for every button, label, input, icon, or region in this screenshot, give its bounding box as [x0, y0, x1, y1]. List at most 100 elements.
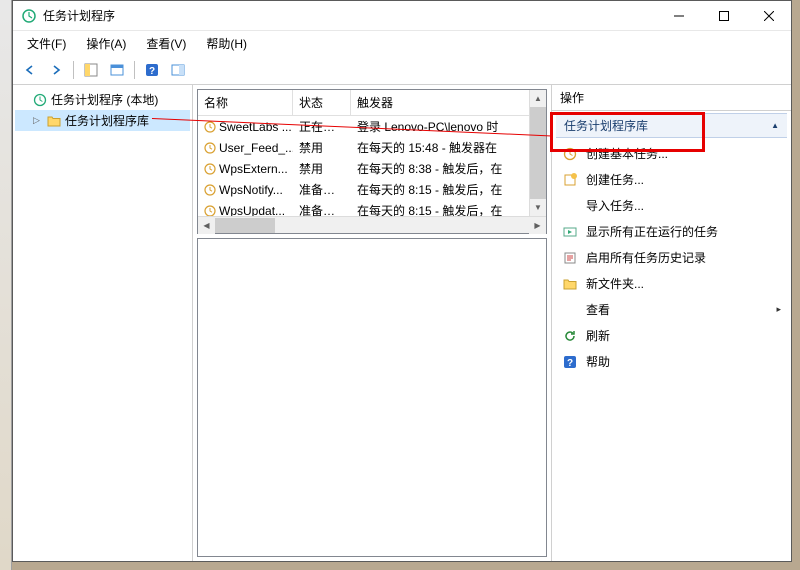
- window-controls: [656, 1, 791, 30]
- svg-text:?: ?: [567, 358, 573, 369]
- action-label: 导入任务...: [586, 197, 644, 214]
- tree-root-label: 任务计划程序 (本地): [51, 91, 158, 108]
- task-name: SweetLabs ...: [219, 120, 292, 134]
- help-icon: ?: [562, 354, 578, 370]
- action-pane: 操作 任务计划程序库 ▲ 创建基本任务... 创建任务... 导入任务...: [551, 85, 791, 561]
- column-state[interactable]: 状态: [293, 90, 351, 115]
- refresh-icon: [562, 328, 578, 344]
- svg-text:?: ?: [149, 66, 155, 77]
- tree-pane[interactable]: 任务计划程序 (本地) ▷ 任务计划程序库: [13, 85, 193, 561]
- menu-action[interactable]: 操作(A): [78, 33, 134, 54]
- window-title: 任务计划程序: [43, 7, 656, 24]
- clock-icon: [204, 205, 216, 217]
- action-list: 创建基本任务... 创建任务... 导入任务... 显示所有正在运行的任务 启用…: [552, 140, 791, 375]
- help-button[interactable]: ?: [141, 59, 163, 81]
- action-label: 新文件夹...: [586, 275, 644, 292]
- list-header: 名称 状态 触发器: [198, 90, 546, 116]
- action-refresh[interactable]: 刷新: [556, 323, 787, 348]
- center-pane: 名称 状态 触发器 SweetLabs ...正在运行登录 Lenovo-PC\…: [193, 85, 551, 561]
- action-show-running[interactable]: 显示所有正在运行的任务: [556, 219, 787, 244]
- folder-icon: [562, 276, 578, 292]
- clock-icon: [204, 121, 216, 133]
- view-icon: [562, 302, 578, 318]
- tree-library[interactable]: ▷ 任务计划程序库: [15, 110, 190, 131]
- expander-icon[interactable]: ▷: [33, 115, 43, 126]
- task-row[interactable]: SweetLabs ...正在运行登录 Lenovo-PC\lenovo 时: [198, 116, 546, 137]
- wand-icon: [562, 146, 578, 162]
- task-row[interactable]: WpsUpdat... 准备就绪在每天的 8:15 - 触发后，在: [198, 200, 546, 216]
- action-label: 创建基本任务...: [586, 145, 668, 162]
- scroll-left-icon[interactable]: ◀: [198, 217, 215, 234]
- action-help[interactable]: ? 帮助: [556, 349, 787, 374]
- properties-button[interactable]: [106, 59, 128, 81]
- menubar: 文件(F) 操作(A) 查看(V) 帮助(H): [13, 31, 791, 56]
- clock-icon: [204, 142, 216, 154]
- action-label: 启用所有任务历史记录: [586, 249, 706, 266]
- action-import-task[interactable]: 导入任务...: [556, 193, 787, 218]
- action-label: 查看: [586, 301, 610, 318]
- tree-library-label: 任务计划程序库: [65, 112, 149, 129]
- task-state: 禁用: [293, 159, 351, 178]
- task-trigger: 在每天的 8:15 - 触发后，在: [351, 201, 546, 216]
- scroll-up-icon[interactable]: ▲: [530, 90, 546, 107]
- list-rows[interactable]: SweetLabs ...正在运行登录 Lenovo-PC\lenovo 时Us…: [198, 116, 546, 216]
- column-trigger[interactable]: 触发器: [351, 90, 546, 115]
- back-button[interactable]: [19, 59, 41, 81]
- task-trigger: 在每天的 8:15 - 触发后，在: [351, 180, 546, 199]
- body-area: 任务计划程序 (本地) ▷ 任务计划程序库 名称 状态 触发器 SweetLab…: [13, 85, 791, 561]
- action-label: 显示所有正在运行的任务: [586, 223, 718, 240]
- menu-help[interactable]: 帮助(H): [198, 33, 255, 54]
- toolbar-separator: [73, 61, 74, 79]
- tree-root[interactable]: 任务计划程序 (本地): [15, 89, 190, 110]
- action-enable-history[interactable]: 启用所有任务历史记录: [556, 245, 787, 270]
- minimize-button[interactable]: [656, 1, 701, 30]
- forward-button[interactable]: [45, 59, 67, 81]
- scroll-thumb[interactable]: [530, 107, 546, 199]
- maximize-button[interactable]: [701, 1, 746, 30]
- menu-file[interactable]: 文件(F): [19, 33, 74, 54]
- show-action-pane-button[interactable]: [167, 59, 189, 81]
- task-icon: [562, 172, 578, 188]
- clock-icon: [33, 93, 47, 107]
- task-list: 名称 状态 触发器 SweetLabs ...正在运行登录 Lenovo-PC\…: [197, 89, 547, 234]
- task-scheduler-window: 任务计划程序 文件(F) 操作(A) 查看(V) 帮助(H) ? 任务计划程序: [12, 0, 792, 562]
- scroll-thumb[interactable]: [215, 218, 275, 233]
- import-icon: [562, 198, 578, 214]
- column-name[interactable]: 名称: [198, 90, 293, 115]
- clock-icon: [204, 163, 216, 175]
- titlebar: 任务计划程序: [13, 1, 791, 31]
- clock-icon: [204, 184, 216, 196]
- action-label: 帮助: [586, 353, 610, 370]
- vertical-scrollbar[interactable]: ▲ ▼: [529, 90, 546, 216]
- scroll-down-icon[interactable]: ▼: [530, 199, 546, 216]
- action-label: 刷新: [586, 327, 610, 344]
- task-state: 准备就绪: [293, 201, 351, 216]
- task-name: WpsUpdat...: [219, 204, 285, 217]
- task-trigger: 在每天的 8:38 - 触发后，在: [351, 159, 546, 178]
- task-name: WpsExtern...: [219, 162, 288, 176]
- action-section-title[interactable]: 任务计划程序库 ▲: [556, 113, 787, 138]
- close-button[interactable]: [746, 1, 791, 30]
- task-row[interactable]: WpsNotify...准备就绪在每天的 8:15 - 触发后，在: [198, 179, 546, 200]
- action-label: 创建任务...: [586, 171, 644, 188]
- action-section-label: 任务计划程序库: [564, 117, 648, 134]
- horizontal-scrollbar[interactable]: ◀ ▶: [198, 216, 546, 233]
- task-name: User_Feed_...: [219, 141, 293, 155]
- action-view[interactable]: 查看: [556, 297, 787, 322]
- menu-view[interactable]: 查看(V): [138, 33, 194, 54]
- scroll-right-icon[interactable]: ▶: [529, 217, 546, 234]
- action-pane-header: 操作: [552, 85, 791, 111]
- folder-icon: [47, 115, 61, 127]
- action-create-basic-task[interactable]: 创建基本任务...: [556, 141, 787, 166]
- task-row[interactable]: User_Feed_...禁用在每天的 15:48 - 触发器在: [198, 137, 546, 158]
- detail-panel: [197, 238, 547, 557]
- action-new-folder[interactable]: 新文件夹...: [556, 271, 787, 296]
- action-create-task[interactable]: 创建任务...: [556, 167, 787, 192]
- running-icon: [562, 224, 578, 240]
- task-trigger: 登录 Lenovo-PC\lenovo 时: [351, 117, 546, 136]
- task-state: 正在运行: [293, 117, 351, 136]
- task-state: 准备就绪: [293, 180, 351, 199]
- task-row[interactable]: WpsExtern... 禁用在每天的 8:38 - 触发后，在: [198, 158, 546, 179]
- history-icon: [562, 250, 578, 266]
- show-hide-tree-button[interactable]: [80, 59, 102, 81]
